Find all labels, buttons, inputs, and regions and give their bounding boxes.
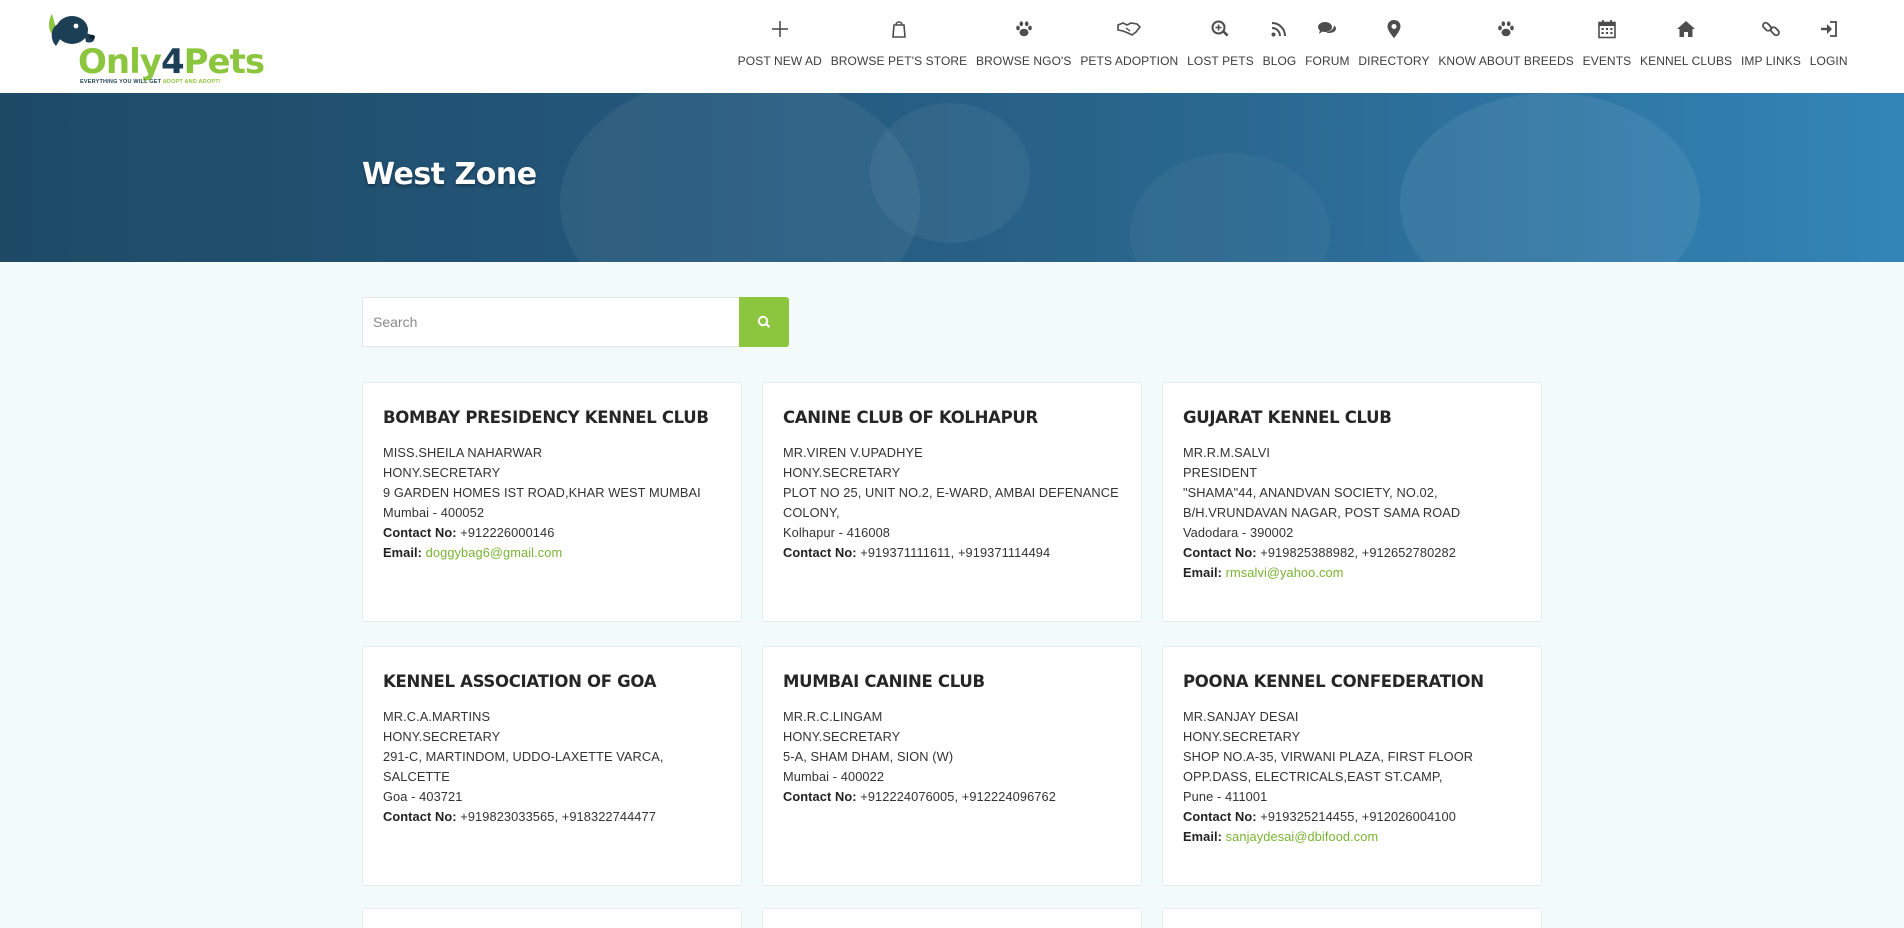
club-address-line: COLONY, bbox=[783, 505, 840, 520]
nav-browse-ngos[interactable]: BROWSE NGO'S bbox=[972, 14, 1076, 68]
hero-background-dog bbox=[1400, 93, 1700, 262]
club-person: MR.R.C.LINGAM bbox=[783, 709, 883, 724]
club-card bbox=[1162, 908, 1542, 928]
club-person: MR.VIREN V.UPADHYE bbox=[783, 445, 923, 460]
club-person: MR.SANJAY DESAI bbox=[1183, 709, 1299, 724]
paw-icon bbox=[1012, 17, 1036, 41]
nav-directory[interactable]: DIRECTORY bbox=[1354, 14, 1434, 68]
page-hero-banner: West Zone bbox=[0, 93, 1904, 262]
club-email: Email: doggybag6@gmail.com bbox=[383, 545, 563, 560]
club-email: Email: rmsalvi@yahoo.com bbox=[1183, 565, 1344, 580]
club-name: GUJARAT KENNEL CLUB bbox=[1183, 408, 1392, 427]
map-marker-icon bbox=[1382, 17, 1406, 41]
club-city: Mumbai - 400022 bbox=[783, 769, 885, 784]
club-card: MUMBAI CANINE CLUB MR.R.C.LINGAM HONY.SE… bbox=[762, 646, 1142, 886]
home-icon bbox=[1674, 17, 1698, 41]
comments-icon bbox=[1315, 17, 1339, 41]
club-name: KENNEL ASSOCIATION OF GOA bbox=[383, 672, 657, 691]
club-city: Pune - 411001 bbox=[1183, 789, 1268, 804]
club-card: CANINE CLUB OF KOLHAPUR MR.VIREN V.UPADH… bbox=[762, 382, 1142, 622]
main-nav: POST NEW AD BROWSE PET'S STORE BROWSE NG… bbox=[733, 14, 1852, 74]
club-contact: Contact No: +919371111611, +919371114494 bbox=[783, 545, 1051, 560]
club-address-line: SHOP NO.A-35, VIRWANI PLAZA, FIRST FLOOR bbox=[1183, 749, 1474, 764]
club-person: MR.R.M.SALVI bbox=[1183, 445, 1270, 460]
nav-imp-links[interactable]: IMP LINKS bbox=[1737, 14, 1806, 68]
club-person: MR.C.A.MARTINS bbox=[383, 709, 491, 724]
nav-know-about-breeds[interactable]: KNOW ABOUT BREEDS bbox=[1434, 14, 1578, 68]
search-plus-icon bbox=[1208, 17, 1232, 41]
club-city: Kolhapur - 416008 bbox=[783, 525, 890, 540]
plus-icon bbox=[768, 17, 792, 41]
hero-background-dog bbox=[870, 103, 1030, 243]
site-header: Only4Pets EVERYTHING YOU WILL GET ADOPT … bbox=[0, 0, 1904, 93]
nav-kennel-clubs[interactable]: KENNEL CLUBS bbox=[1636, 14, 1737, 68]
nav-browse-pets-store[interactable]: BROWSE PET'S STORE bbox=[826, 14, 971, 68]
site-logo[interactable]: Only4Pets EVERYTHING YOU WILL GET ADOPT … bbox=[46, 10, 265, 86]
club-role: HONY.SECRETARY bbox=[783, 465, 901, 480]
kennel-club-grid-next-row bbox=[362, 908, 1542, 928]
club-address-line: PLOT NO 25, UNIT NO.2, E-WARD, AMBAI DEF… bbox=[783, 485, 1119, 500]
club-role: HONY.SECRETARY bbox=[1183, 729, 1301, 744]
club-address-line: B/H.VRUNDAVAN NAGAR, POST SAMA ROAD bbox=[1183, 505, 1461, 520]
club-contact: Contact No: +912226000146 bbox=[383, 525, 555, 540]
club-contact: Contact No: +919325214455, +912026004100 bbox=[1183, 809, 1456, 824]
page-title: West Zone bbox=[362, 157, 537, 192]
club-email-link[interactable]: doggybag6@gmail.com bbox=[426, 545, 563, 560]
club-person: MISS.SHEILA NAHARWAR bbox=[383, 445, 543, 460]
kennel-club-grid: BOMBAY PRESIDENCY KENNEL CLUB MISS.SHEIL… bbox=[362, 382, 1542, 886]
paw-icon bbox=[1494, 17, 1518, 41]
club-address-line: "SHAMA"44, ANANDVAN SOCIETY, NO.02, bbox=[1183, 485, 1438, 500]
club-address-line: 9 GARDEN HOMES IST ROAD,KHAR WEST MUMBAI bbox=[383, 485, 701, 500]
rss-icon bbox=[1267, 17, 1291, 41]
club-contact: Contact No: +912224076005, +912224096762 bbox=[783, 789, 1056, 804]
club-contact: Contact No: +919823033565, +918322744477 bbox=[383, 809, 656, 824]
shopping-bag-icon bbox=[887, 17, 911, 41]
club-card: KENNEL ASSOCIATION OF GOA MR.C.A.MARTINS… bbox=[362, 646, 742, 886]
club-city: Goa - 403721 bbox=[383, 789, 463, 804]
club-city: Vadodara - 390002 bbox=[1183, 525, 1294, 540]
calendar-icon bbox=[1595, 17, 1619, 41]
club-email: Email: sanjaydesai@dbifood.com bbox=[1183, 829, 1379, 844]
search-bar bbox=[362, 297, 789, 347]
club-email-link[interactable]: rmsalvi@yahoo.com bbox=[1226, 565, 1344, 580]
club-city: Mumbai - 400052 bbox=[383, 505, 485, 520]
logo-wordmark: Only4Pets bbox=[78, 42, 265, 82]
sign-in-icon bbox=[1817, 17, 1841, 41]
search-button[interactable] bbox=[739, 297, 789, 347]
club-card: BOMBAY PRESIDENCY KENNEL CLUB MISS.SHEIL… bbox=[362, 382, 742, 622]
link-icon bbox=[1759, 17, 1783, 41]
hero-background-dog bbox=[560, 93, 920, 262]
logo-tagline: EVERYTHING YOU WILL GET ADOPT AND ADOPT! bbox=[80, 79, 221, 85]
club-email-link[interactable]: sanjaydesai@dbifood.com bbox=[1226, 829, 1379, 844]
nav-lost-pets[interactable]: LOST PETS bbox=[1183, 14, 1258, 68]
search-input[interactable] bbox=[362, 297, 739, 347]
handshake-icon bbox=[1117, 17, 1142, 41]
club-name: CANINE CLUB OF KOLHAPUR bbox=[783, 408, 1038, 427]
club-card: POONA KENNEL CONFEDERATION MR.SANJAY DES… bbox=[1162, 646, 1542, 886]
club-card bbox=[762, 908, 1142, 928]
nav-events[interactable]: EVENTS bbox=[1578, 14, 1635, 68]
nav-pets-adoption[interactable]: PETS ADOPTION bbox=[1076, 14, 1183, 68]
club-role: HONY.SECRETARY bbox=[383, 465, 501, 480]
club-address-line: OPP.DASS, ELECTRICALS,EAST ST.CAMP, bbox=[1183, 769, 1443, 784]
club-address-line: 5-A, SHAM DHAM, SION (W) bbox=[783, 749, 954, 764]
search-icon bbox=[757, 315, 771, 328]
club-name: POONA KENNEL CONFEDERATION bbox=[1183, 672, 1484, 691]
club-contact: Contact No: +919825388982, +912652780282 bbox=[1183, 545, 1456, 560]
club-name: MUMBAI CANINE CLUB bbox=[783, 672, 985, 691]
hero-background-dog bbox=[1130, 153, 1330, 262]
club-role: HONY.SECRETARY bbox=[383, 729, 501, 744]
club-role: PRESIDENT bbox=[1183, 465, 1258, 480]
nav-post-new-ad[interactable]: POST NEW AD bbox=[733, 14, 826, 68]
club-address-line: 291-C, MARTINDOM, UDDO-LAXETTE VARCA, SA… bbox=[383, 749, 664, 784]
club-card: GUJARAT KENNEL CLUB MR.R.M.SALVI PRESIDE… bbox=[1162, 382, 1542, 622]
club-role: HONY.SECRETARY bbox=[783, 729, 901, 744]
nav-blog[interactable]: BLOG bbox=[1258, 14, 1301, 68]
club-name: BOMBAY PRESIDENCY KENNEL CLUB bbox=[383, 408, 709, 427]
nav-login[interactable]: LOGIN bbox=[1805, 14, 1852, 68]
club-card bbox=[362, 908, 742, 928]
nav-forum[interactable]: FORUM bbox=[1301, 14, 1354, 68]
